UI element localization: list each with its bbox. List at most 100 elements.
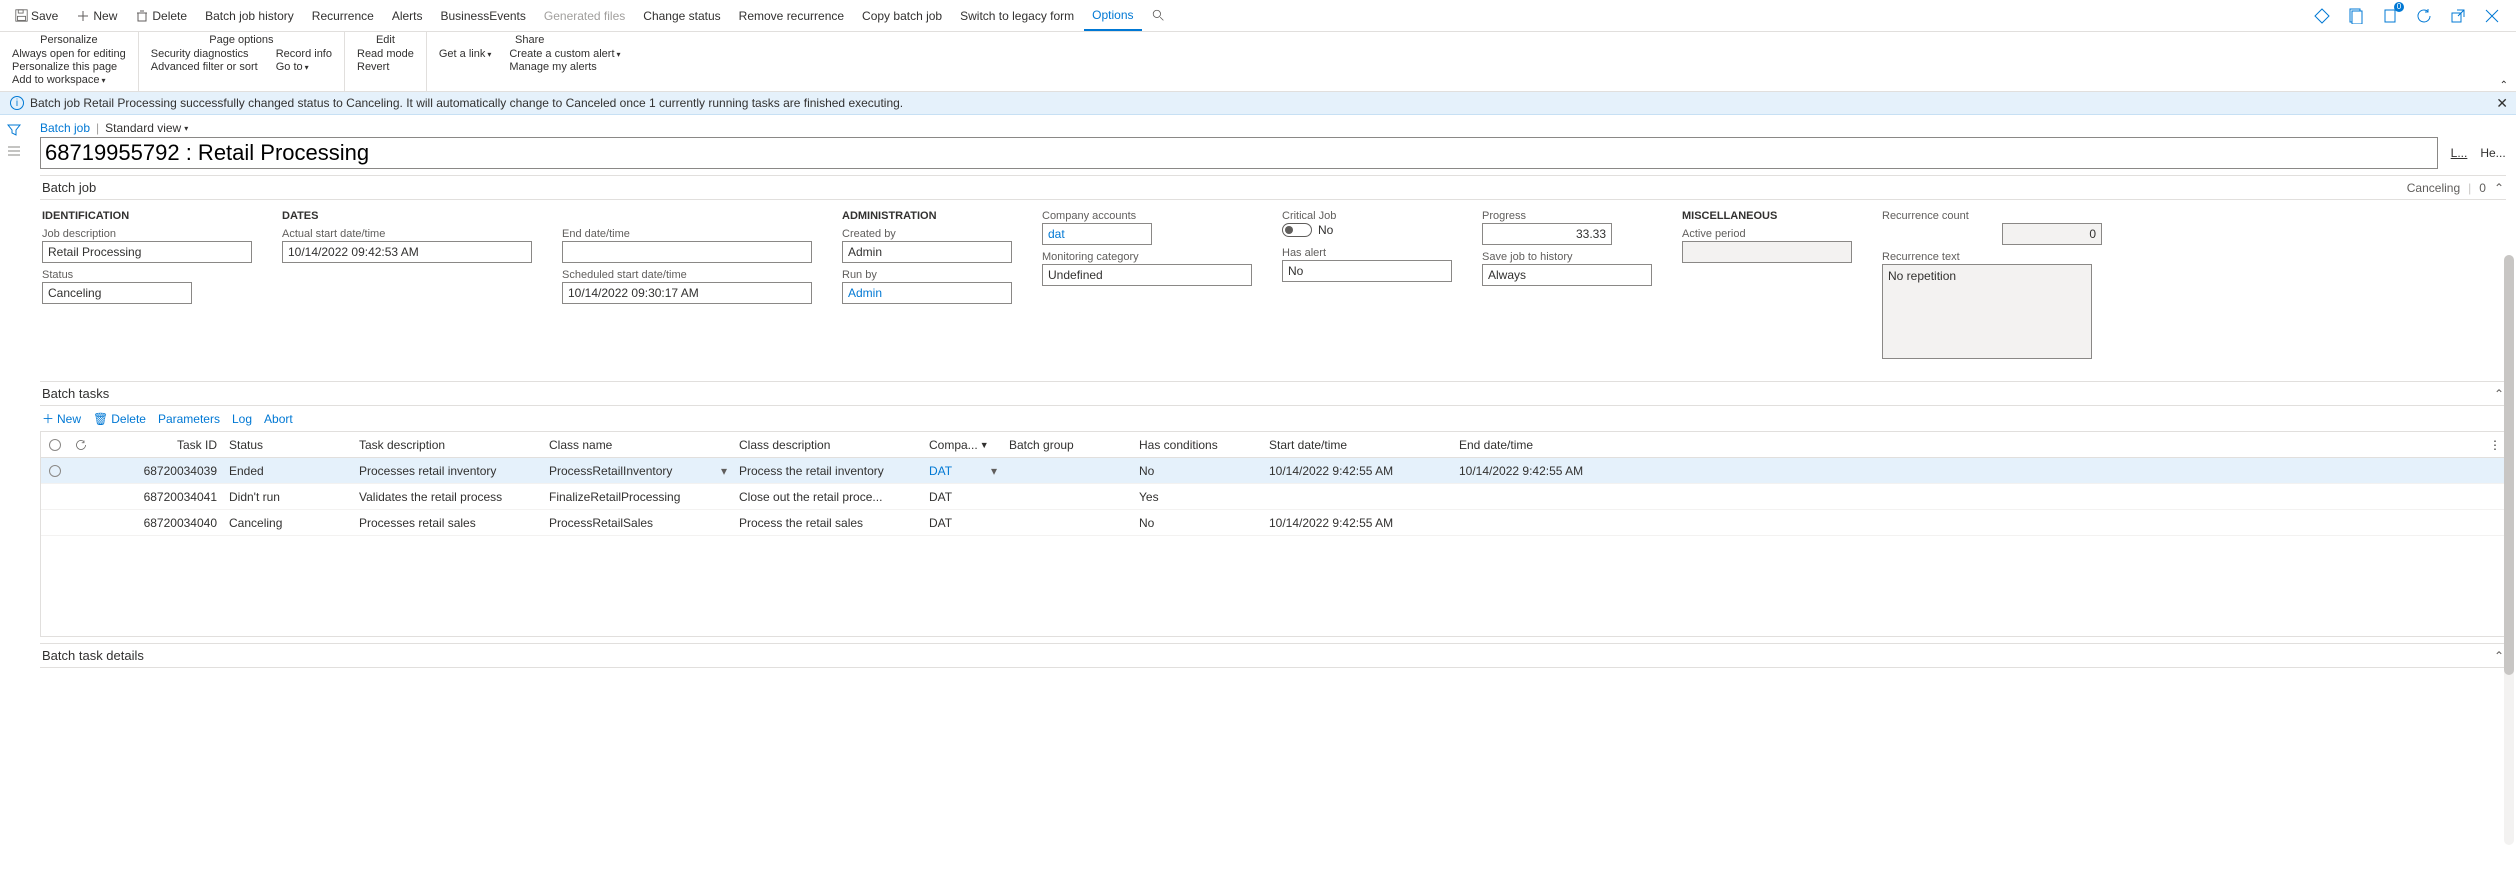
cell-start: 10/14/2022 9:42:55 AM: [1263, 516, 1453, 530]
cell-task-id: 68720034041: [93, 490, 223, 504]
status-input[interactable]: Canceling: [42, 282, 192, 304]
col-company[interactable]: Compa...▼: [923, 432, 1003, 457]
attachments-icon[interactable]: [2344, 4, 2368, 28]
has-alert-label: Has alert: [1282, 247, 1452, 259]
table-row[interactable]: 68720034041Didn't runValidates the retai…: [41, 484, 2505, 510]
view-selector[interactable]: Standard view▾: [105, 121, 188, 135]
scrollbar[interactable]: [2504, 255, 2514, 845]
created-by-input[interactable]: Admin: [842, 241, 1012, 263]
manage-alerts[interactable]: Manage my alerts: [509, 61, 620, 73]
collapse-icon[interactable]: ⌃: [2500, 80, 2508, 91]
has-alert-input[interactable]: No: [1282, 260, 1452, 282]
security-diagnostics[interactable]: Security diagnostics: [151, 48, 258, 60]
cell-class-name: ProcessRetailSales: [543, 516, 733, 530]
change-status-button[interactable]: Change status: [635, 1, 728, 31]
new-button[interactable]: New: [68, 1, 125, 31]
title-lookup-button[interactable]: L...: [2446, 138, 2472, 168]
read-mode[interactable]: Read mode: [357, 48, 414, 60]
switch-legacy-button[interactable]: Switch to legacy form: [952, 1, 1082, 31]
grid-parameters-button[interactable]: Parameters: [158, 410, 220, 427]
list-icon[interactable]: [7, 145, 23, 161]
message-close-icon[interactable]: ✕: [2496, 95, 2508, 112]
select-all[interactable]: [41, 432, 69, 457]
batch-tasks-fasttab: Batch tasks ⌃ ＋New 🗑Delete Parameters Lo…: [40, 381, 2506, 637]
breadcrumb-link[interactable]: Batch job: [40, 121, 90, 135]
table-row[interactable]: 68720034039EndedProcesses retail invento…: [41, 458, 2505, 484]
record-title-input[interactable]: [40, 137, 2438, 169]
save-button[interactable]: Save: [6, 1, 66, 31]
advanced-filter[interactable]: Advanced filter or sort: [151, 61, 258, 73]
add-to-workspace[interactable]: Add to workspace▾: [12, 74, 126, 86]
close-icon[interactable]: [2480, 4, 2504, 28]
personalize-title: Personalize: [40, 34, 97, 46]
col-end-date[interactable]: End date/time: [1453, 432, 1643, 457]
filter-icon: ▼: [980, 440, 989, 450]
grid-abort-button[interactable]: Abort: [264, 410, 293, 427]
summary-count: 0: [2479, 181, 2486, 195]
alerts-button[interactable]: Alerts: [384, 1, 431, 31]
history-button[interactable]: Batch job history: [197, 1, 302, 31]
details-header[interactable]: Batch task details ⌃: [40, 643, 2506, 668]
batch-job-header[interactable]: Batch job Canceling | 0 ⌃: [40, 175, 2506, 200]
chevron-up-icon[interactable]: ⌃: [2494, 181, 2504, 195]
refresh-column[interactable]: [69, 432, 93, 457]
action-bar: Save New Delete Batch job history Recurr…: [0, 0, 2516, 32]
remove-recurrence-button[interactable]: Remove recurrence: [731, 1, 852, 31]
scheduled-label: Scheduled start date/time: [562, 269, 812, 281]
cell-start: 10/14/2022 9:42:55 AM: [1263, 464, 1453, 478]
grid-new-button[interactable]: ＋New: [42, 410, 81, 427]
notifications-icon[interactable]: 0: [2378, 4, 2402, 28]
col-has-conditions[interactable]: Has conditions: [1133, 432, 1263, 457]
col-status[interactable]: Status: [223, 432, 353, 457]
end-date-input[interactable]: [562, 241, 812, 263]
progress-input[interactable]: 33.33: [1482, 223, 1612, 245]
run-by-input[interactable]: Admin: [842, 282, 1012, 304]
company-input[interactable]: dat: [1042, 223, 1152, 245]
chevron-up-icon[interactable]: ⌃: [2494, 387, 2504, 401]
grid-log-button[interactable]: Log: [232, 410, 252, 427]
filter-icon[interactable]: [7, 123, 23, 139]
search-action[interactable]: [1144, 1, 1174, 31]
copy-batch-job-button[interactable]: Copy batch job: [854, 1, 950, 31]
grid-delete-button[interactable]: 🗑Delete: [93, 410, 146, 427]
col-start-date[interactable]: Start date/time: [1263, 432, 1453, 457]
options-tab[interactable]: Options: [1084, 1, 1141, 31]
always-open-editing[interactable]: Always open for editing: [12, 48, 126, 60]
go-to[interactable]: Go to▾: [276, 61, 332, 73]
revert[interactable]: Revert: [357, 61, 414, 73]
chevron-up-icon[interactable]: ⌃: [2494, 649, 2504, 663]
cell-class-name: ProcessRetailInventory ▾: [543, 464, 733, 478]
get-link[interactable]: Get a link▾: [439, 48, 491, 60]
col-class-desc[interactable]: Class description: [733, 432, 923, 457]
col-class-name[interactable]: Class name: [543, 432, 733, 457]
popout-icon[interactable]: [2446, 4, 2470, 28]
grid-more-icon[interactable]: ⋮: [2485, 438, 2505, 452]
edit-title: Edit: [376, 34, 395, 46]
batch-tasks-title: Batch tasks: [42, 386, 109, 401]
table-row[interactable]: 68720034040CancelingProcesses retail sal…: [41, 510, 2505, 536]
save-log-input[interactable]: Always: [1482, 264, 1652, 286]
recurrence-button[interactable]: Recurrence: [304, 1, 382, 31]
new-label: New: [93, 9, 117, 23]
monitoring-input[interactable]: Undefined: [1042, 264, 1252, 286]
delete-button[interactable]: Delete: [127, 1, 195, 31]
scheduled-input[interactable]: 10/14/2022 09:30:17 AM: [562, 282, 812, 304]
critical-toggle[interactable]: No: [1282, 223, 1452, 237]
job-desc-input[interactable]: Retail Processing: [42, 241, 252, 263]
create-custom-alert[interactable]: Create a custom alert▾: [509, 48, 620, 60]
col-batch-group[interactable]: Batch group: [1003, 432, 1133, 457]
personalize-page[interactable]: Personalize this page: [12, 61, 126, 73]
actual-start-input[interactable]: 10/14/2022 09:42:53 AM: [282, 241, 532, 263]
refresh-icon[interactable]: [2412, 4, 2436, 28]
row-select[interactable]: [41, 465, 69, 477]
batch-tasks-header[interactable]: Batch tasks ⌃: [40, 381, 2506, 406]
share-group: Share Get a link▾ Create a custom alert▾…: [427, 32, 633, 91]
col-task-id[interactable]: Task ID: [93, 432, 223, 457]
col-task-desc[interactable]: Task description: [353, 432, 543, 457]
title-help-button[interactable]: He...: [2480, 138, 2506, 168]
dates-head: DATES: [282, 210, 532, 222]
record-info[interactable]: Record info: [276, 48, 332, 60]
diamond-icon[interactable]: [2310, 4, 2334, 28]
business-events-button[interactable]: BusinessEvents: [433, 1, 534, 31]
job-desc-label: Job description: [42, 228, 252, 240]
